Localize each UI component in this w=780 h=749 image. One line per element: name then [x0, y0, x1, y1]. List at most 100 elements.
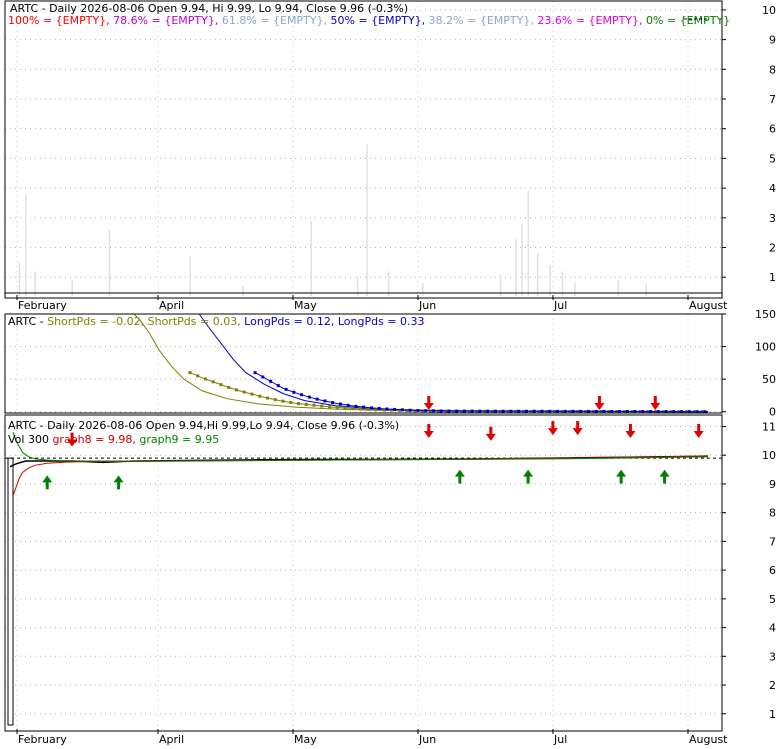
momentum-point — [462, 409, 466, 413]
momentum-point — [525, 409, 529, 413]
momentum-point — [439, 409, 443, 413]
fib-panel-y-tick-label: 4 — [769, 182, 776, 195]
fib-panel-x-tick-label: February — [18, 299, 67, 312]
momentum-point — [366, 407, 370, 411]
sell-arrow-shaft — [653, 396, 657, 404]
buy-arrow-shaft — [663, 475, 667, 484]
price-panel-y-tick-label: 9 — [769, 478, 776, 491]
price-legend-item: Vol 300 — [8, 433, 49, 446]
price-panel-y-tick-label: 2 — [769, 679, 776, 692]
fib-panel-x-tick-label: May — [294, 299, 317, 312]
momentum-panel-y-tick-label: 100 — [755, 341, 776, 354]
volume-bar — [387, 271, 390, 296]
momentum-legend-item: LongPds = 0.33 — [334, 315, 424, 328]
momentum-point — [203, 377, 207, 381]
momentum-point — [331, 401, 335, 405]
sell-arrow-shaft — [427, 423, 431, 432]
momentum-legend: ARTC - ShortPds = -0.02, ShortPds = 0.03… — [8, 315, 425, 328]
momentum-point — [234, 388, 238, 392]
momentum-point — [269, 379, 273, 383]
fib-panel-x-tick-label: August — [689, 299, 728, 312]
fib-panel-y-tick-label: 1 — [769, 271, 776, 284]
momentum-point — [242, 390, 246, 394]
chart-canvas: 12345678910ARTC - Daily 2026-08-06 Open … — [0, 0, 780, 746]
sell-arrow-shaft — [576, 421, 580, 430]
fib-panel-y-tick-label: 7 — [769, 93, 776, 106]
price-panel-x-tick-label: Jun — [418, 733, 436, 745]
fib-panel-y-tick-label: 5 — [769, 152, 776, 165]
momentum-point — [289, 400, 293, 404]
momentum-point — [400, 408, 404, 412]
momentum-point — [431, 409, 435, 413]
momentum-point — [532, 409, 536, 413]
momentum-point — [493, 409, 497, 413]
momentum-point — [335, 405, 339, 409]
momentum-point — [571, 409, 575, 413]
momentum-point — [253, 371, 257, 375]
volume-bar — [561, 271, 564, 296]
price-panel-y-tick-label: 3 — [769, 650, 776, 663]
price-panel-x-tick-label: April — [159, 733, 184, 745]
price-panel-y-tick-label: 6 — [769, 564, 776, 577]
momentum-point — [447, 409, 451, 413]
momentum-point — [211, 380, 215, 384]
buy-arrow-shaft — [458, 475, 462, 484]
momentum-point — [455, 409, 459, 413]
volume-bar — [18, 262, 21, 296]
fib-legend-item: 50% = {EMPTY}, — [327, 14, 425, 27]
volume-bar — [366, 143, 368, 296]
buy-arrow-shaft — [45, 481, 49, 490]
momentum-panel-y-tick-label: 50 — [762, 373, 776, 386]
volume-bar — [7, 457, 14, 726]
momentum-point — [304, 402, 308, 406]
momentum-point — [343, 406, 347, 410]
momentum-point — [556, 409, 560, 413]
momentum-point — [393, 407, 397, 411]
volume-bar — [25, 194, 27, 296]
momentum-point — [359, 407, 363, 411]
momentum-point — [563, 409, 567, 413]
price-legend-item: graph9 = 9.95 — [136, 433, 219, 446]
momentum-legend-item: ShortPds = 0.03, — [144, 315, 241, 328]
momentum-point — [509, 409, 513, 413]
momentum-point — [284, 387, 288, 391]
momentum-point — [297, 402, 301, 406]
momentum-point — [312, 403, 316, 407]
momentum-point — [501, 409, 505, 413]
sell-arrow-shaft — [597, 396, 601, 404]
volume-bar — [536, 253, 539, 296]
momentum-point — [265, 396, 269, 400]
momentum-point — [320, 404, 324, 408]
fib-panel-y-tick-label: 8 — [769, 63, 776, 76]
volume-bar — [549, 265, 551, 296]
momentum-point — [587, 409, 591, 413]
fib-panel-y-tick-label: 6 — [769, 123, 776, 136]
volume-bar — [574, 283, 576, 296]
price-panel-y-tick-label: 4 — [769, 622, 776, 635]
sell-arrow-shaft — [551, 421, 555, 430]
volume-bar — [71, 280, 74, 296]
volume-bar — [242, 286, 244, 296]
momentum-point — [281, 399, 285, 403]
volume-bar — [189, 256, 191, 296]
momentum-point — [323, 399, 327, 403]
volume-bar — [422, 283, 424, 296]
momentum-legend-item: ARTC - — [8, 315, 44, 328]
fib-legend-item: 38.2% = {EMPTY}, — [425, 14, 534, 27]
chart-background — [0, 0, 780, 745]
momentum-point — [354, 404, 358, 408]
momentum-point — [188, 371, 192, 375]
momentum-point — [328, 405, 332, 409]
momentum-point — [517, 409, 521, 413]
fib-panel-y-tick-label: 10 — [762, 4, 776, 17]
momentum-point — [315, 397, 319, 401]
price-panel-y-tick-label: 5 — [769, 593, 776, 606]
momentum-point — [369, 406, 373, 410]
price-panel-x-tick-label: August — [689, 733, 728, 745]
momentum-point — [362, 405, 366, 409]
buy-arrow-shaft — [619, 475, 623, 484]
volume-bar — [521, 223, 523, 296]
price-legend-item: graph8 = 9.98, — [49, 433, 136, 446]
price-panel-y-tick-label: 10 — [762, 449, 776, 462]
stock-chart: 1 2 3 4 5 6 7 8 9 10 ARTC - Daily 2026-08-06 Open … — [0, 0, 780, 746]
